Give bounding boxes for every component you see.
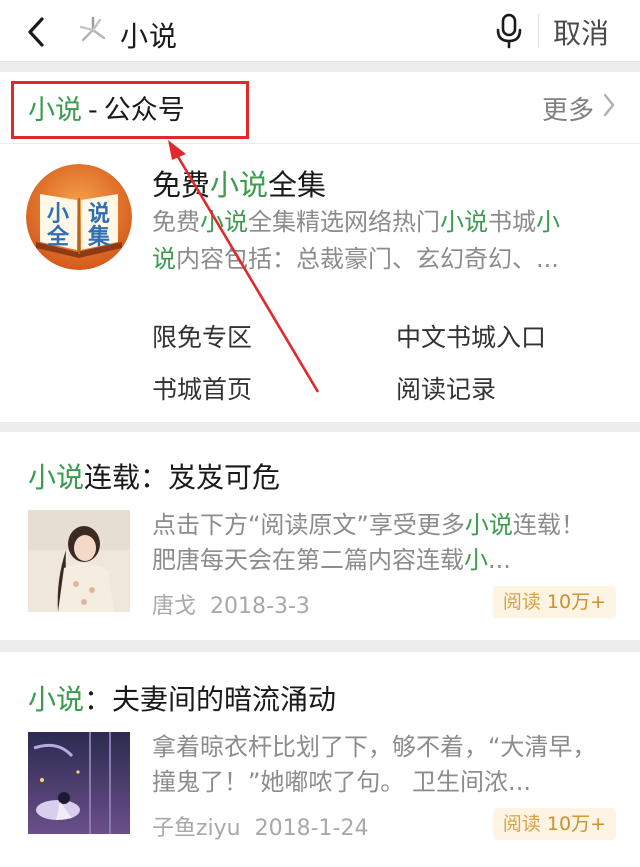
desc-keyword: 小说 [440, 208, 488, 236]
article-author: 唐戈 [152, 594, 197, 619]
snippet-keyword: 小 [464, 546, 488, 574]
article-title-rest: 连载：岌岌可危 [84, 461, 281, 494]
menu-item-bookstore-home[interactable]: 书城首页 [152, 370, 252, 406]
avatar-text-3: 全 [46, 224, 70, 250]
article-snippet: 点击下方“阅读原文”享受更多小说连载！ 肥唐每天会在第二篇内容连载小... [152, 508, 602, 578]
desc-part: 内容包括：总裁豪门、玄幻奇幻、... [176, 245, 559, 273]
article-title: 小说：夫妻间的暗流涌动 [28, 678, 336, 718]
desc-keyword: 小 [536, 208, 560, 236]
article-title: 小说连载：岌岌可危 [28, 456, 280, 496]
more-button[interactable]: 更多 [542, 90, 616, 127]
article-title-keyword: 小说 [28, 683, 85, 716]
microphone-icon[interactable] [492, 12, 526, 50]
desc-part: 全集精选网络热门 [248, 208, 440, 236]
read-count-value: 10万+ [546, 591, 606, 613]
divider [538, 14, 539, 48]
desc-part: 书城 [488, 208, 536, 236]
avatar-text-1: 小 [47, 202, 69, 227]
search-input[interactable]: 小说 [70, 8, 470, 54]
back-arrow-icon[interactable] [20, 14, 56, 50]
read-count-badge: 阅读 10万+ [492, 586, 616, 618]
annotation-box [11, 81, 249, 139]
article-card[interactable]: 小说连载：岌岌可危 点击下方“阅读原文”享受更多小说连载！ 肥唐每天会在第二篇内… [0, 432, 640, 640]
chevron-right-icon [602, 92, 616, 125]
desc-part: 免费 [152, 208, 200, 236]
article-meta: 唐戈 2018-3-3 [152, 588, 310, 620]
article-thumbnail [28, 732, 130, 834]
article-author: 子鱼ziyu [152, 816, 241, 841]
menu-item-limited-free[interactable]: 限免专区 [152, 318, 252, 354]
desc-keyword: 小说 [200, 208, 248, 236]
snippet-keyword: 小说 [464, 511, 513, 539]
search-bar: 小说 取消 [0, 0, 640, 62]
article-title-rest: ：夫妻间的暗流涌动 [84, 683, 337, 716]
cancel-button[interactable]: 取消 [553, 12, 609, 52]
avatar-text-2: 说 [88, 201, 110, 227]
account-name-keyword: 小说 [210, 168, 269, 202]
article-title-keyword: 小说 [28, 461, 85, 494]
account-avatar[interactable]: 小 说 全 集 [26, 164, 132, 270]
article-card[interactable]: 小说：夫妻间的暗流涌动 拿着晾衣杆比划了下，够不着，“大清早，撞鬼了！”她嘟哝了… [0, 652, 640, 867]
read-count-label: 阅读 [502, 591, 541, 613]
read-count-label: 阅读 [502, 813, 541, 835]
article-date: 2018-3-3 [210, 594, 310, 619]
snippet-part: 点击下方“阅读原文”享受更多 [152, 511, 465, 539]
article-meta: 子鱼ziyu 2018-1-24 [152, 810, 368, 842]
account-name-suffix: 全集 [268, 168, 327, 202]
read-count-badge: 阅读 10万+ [492, 808, 616, 840]
article-snippet: 拿着晾衣杆比划了下，够不着，“大清早，撞鬼了！”她嘟哝了句。 卫生间浓... [152, 733, 597, 796]
account-name-prefix: 免费 [152, 168, 211, 202]
search-query: 小说 [120, 20, 179, 53]
section-header: 小说 - 公众号 更多 [0, 72, 640, 144]
wechat-search-logo-icon [76, 14, 110, 48]
official-accounts-section: 小说 - 公众号 更多 小 说 全 集 免费小说全集 免费小说全集精选网络热门小… [0, 72, 640, 422]
menu-item-reading-history[interactable]: 阅读记录 [396, 370, 496, 406]
article-thumbnail [28, 510, 130, 612]
article-date: 2018-1-24 [254, 816, 369, 841]
account-description: 免费小说全集精选网络热门小说书城小 说内容包括：总裁豪门、玄幻奇幻、... [152, 204, 602, 278]
read-count-value: 10万+ [546, 813, 606, 835]
desc-keyword: 说 [152, 245, 176, 273]
avatar-text-4: 集 [87, 224, 111, 250]
menu-item-bookstore-entry[interactable]: 中文书城入口 [396, 318, 546, 354]
more-label: 更多 [541, 96, 594, 126]
account-name[interactable]: 免费小说全集 [152, 162, 326, 204]
snippet-part: ... [488, 546, 511, 574]
